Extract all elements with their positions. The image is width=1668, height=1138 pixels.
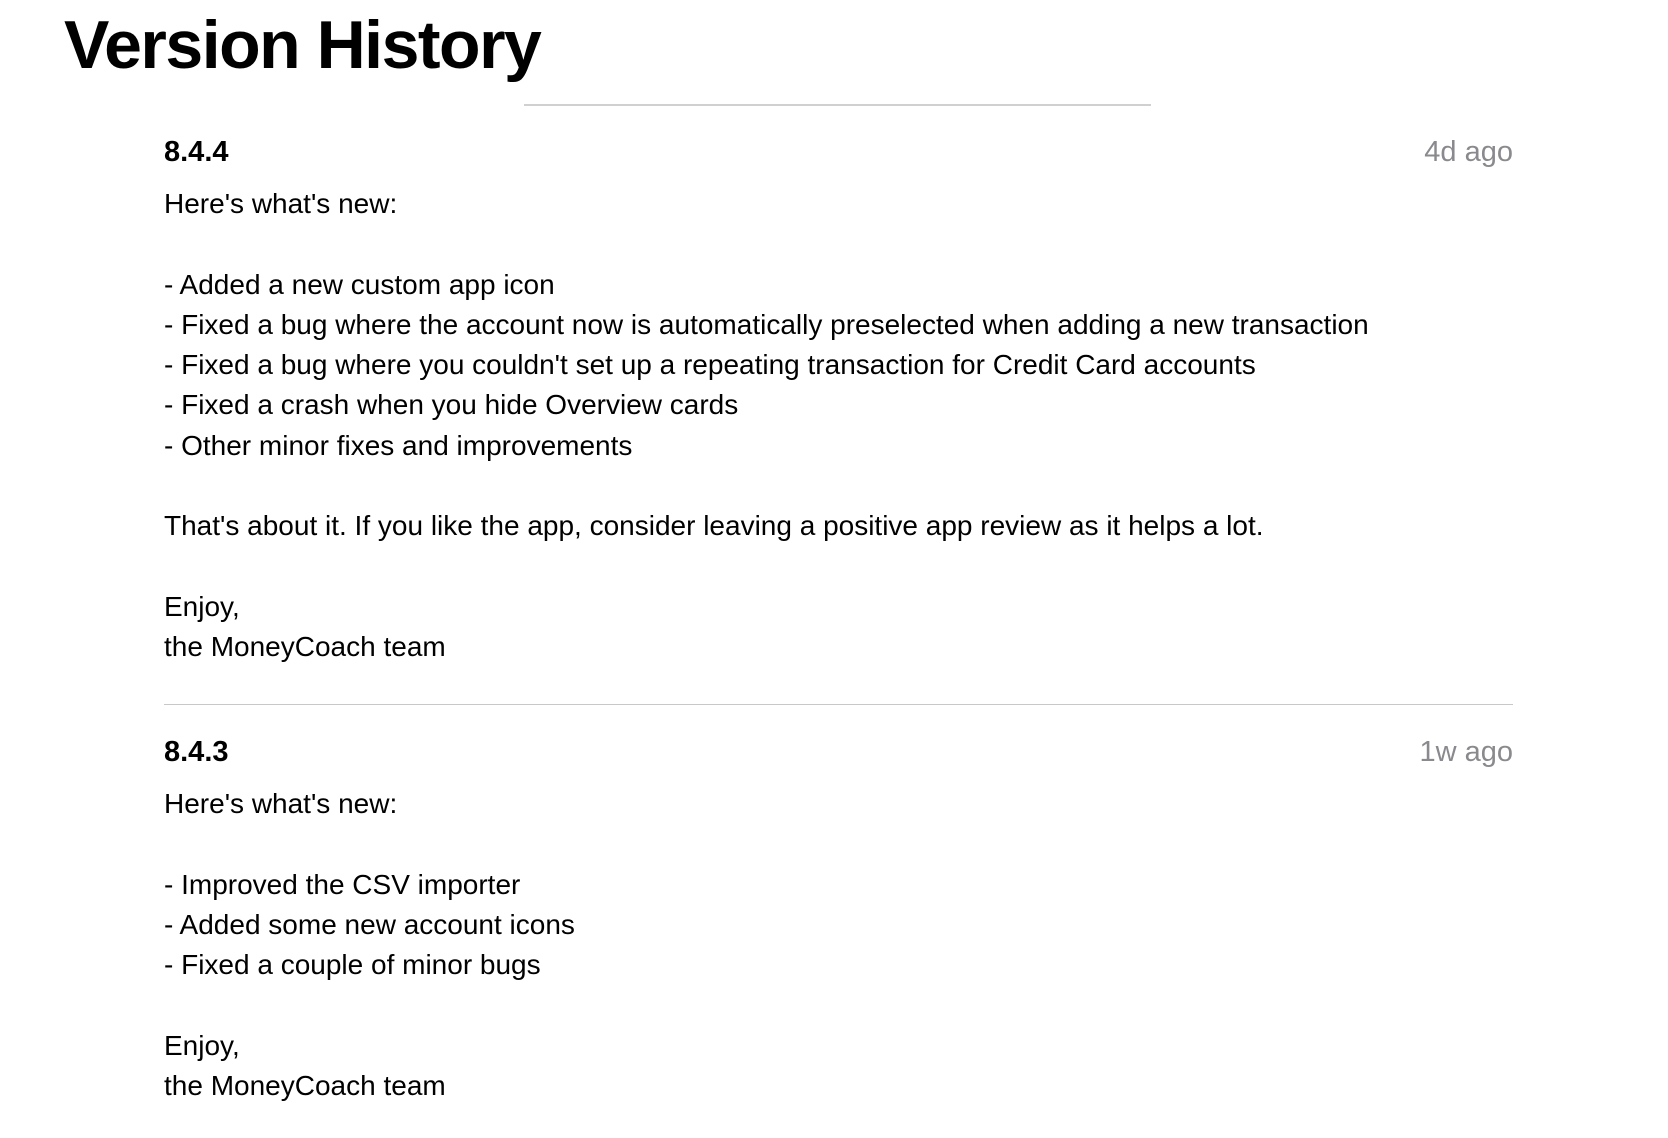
version-date: 4d ago: [1424, 136, 1513, 168]
version-header: 8.4.4 4d ago: [164, 136, 1513, 176]
release-note-line: [164, 824, 1513, 864]
version-number: 8.4.3: [164, 736, 229, 768]
version-entry: 8.4.3 1w ago Here's what's new: - Improv…: [164, 736, 1513, 1106]
release-note-line: [164, 224, 1513, 264]
release-note-line: That's about it. If you like the app, co…: [164, 510, 1264, 542]
version-date: 1w ago: [1419, 736, 1513, 768]
page-title: Version History: [64, 7, 542, 83]
version-entry: 8.4.4 4d ago Here's what's new: - Added …: [164, 136, 1513, 668]
release-note-line: - Other minor fixes and improvements: [164, 429, 633, 461]
release-note-line: - Fixed a bug where you couldn't set up …: [164, 349, 1256, 381]
release-note-line: the MoneyCoach team: [164, 1070, 446, 1102]
version-header: 8.4.3 1w ago: [164, 736, 1513, 776]
release-note-line: Enjoy,: [164, 590, 240, 622]
release-notes: Here's what's new: - Improved the CSV im…: [164, 784, 1513, 1106]
release-note-line: - Fixed a crash when you hide Overview c…: [164, 389, 739, 421]
release-note-line: - Added a new custom app icon: [164, 268, 555, 300]
release-note-line: Enjoy,: [164, 1029, 240, 1061]
entry-divider: [164, 704, 1513, 705]
release-note-line: Here's what's new:: [164, 188, 398, 219]
release-notes: Here's what's new: - Added a new custom …: [164, 184, 1513, 668]
release-note-line: [164, 985, 1513, 1025]
release-note-line: - Fixed a couple of minor bugs: [164, 949, 541, 981]
release-note-line: Here's what's new:: [164, 788, 398, 819]
release-note-line: - Fixed a bug where the account now is a…: [164, 308, 1369, 340]
release-note-line: the MoneyCoach team: [164, 631, 446, 663]
release-note-line: [164, 547, 1513, 587]
release-note-line: - Added some new account icons: [164, 908, 575, 940]
version-number: 8.4.4: [164, 136, 229, 168]
header-divider: [524, 104, 1151, 106]
release-note-line: - Improved the CSV importer: [164, 868, 521, 900]
release-note-line: [164, 466, 1513, 506]
